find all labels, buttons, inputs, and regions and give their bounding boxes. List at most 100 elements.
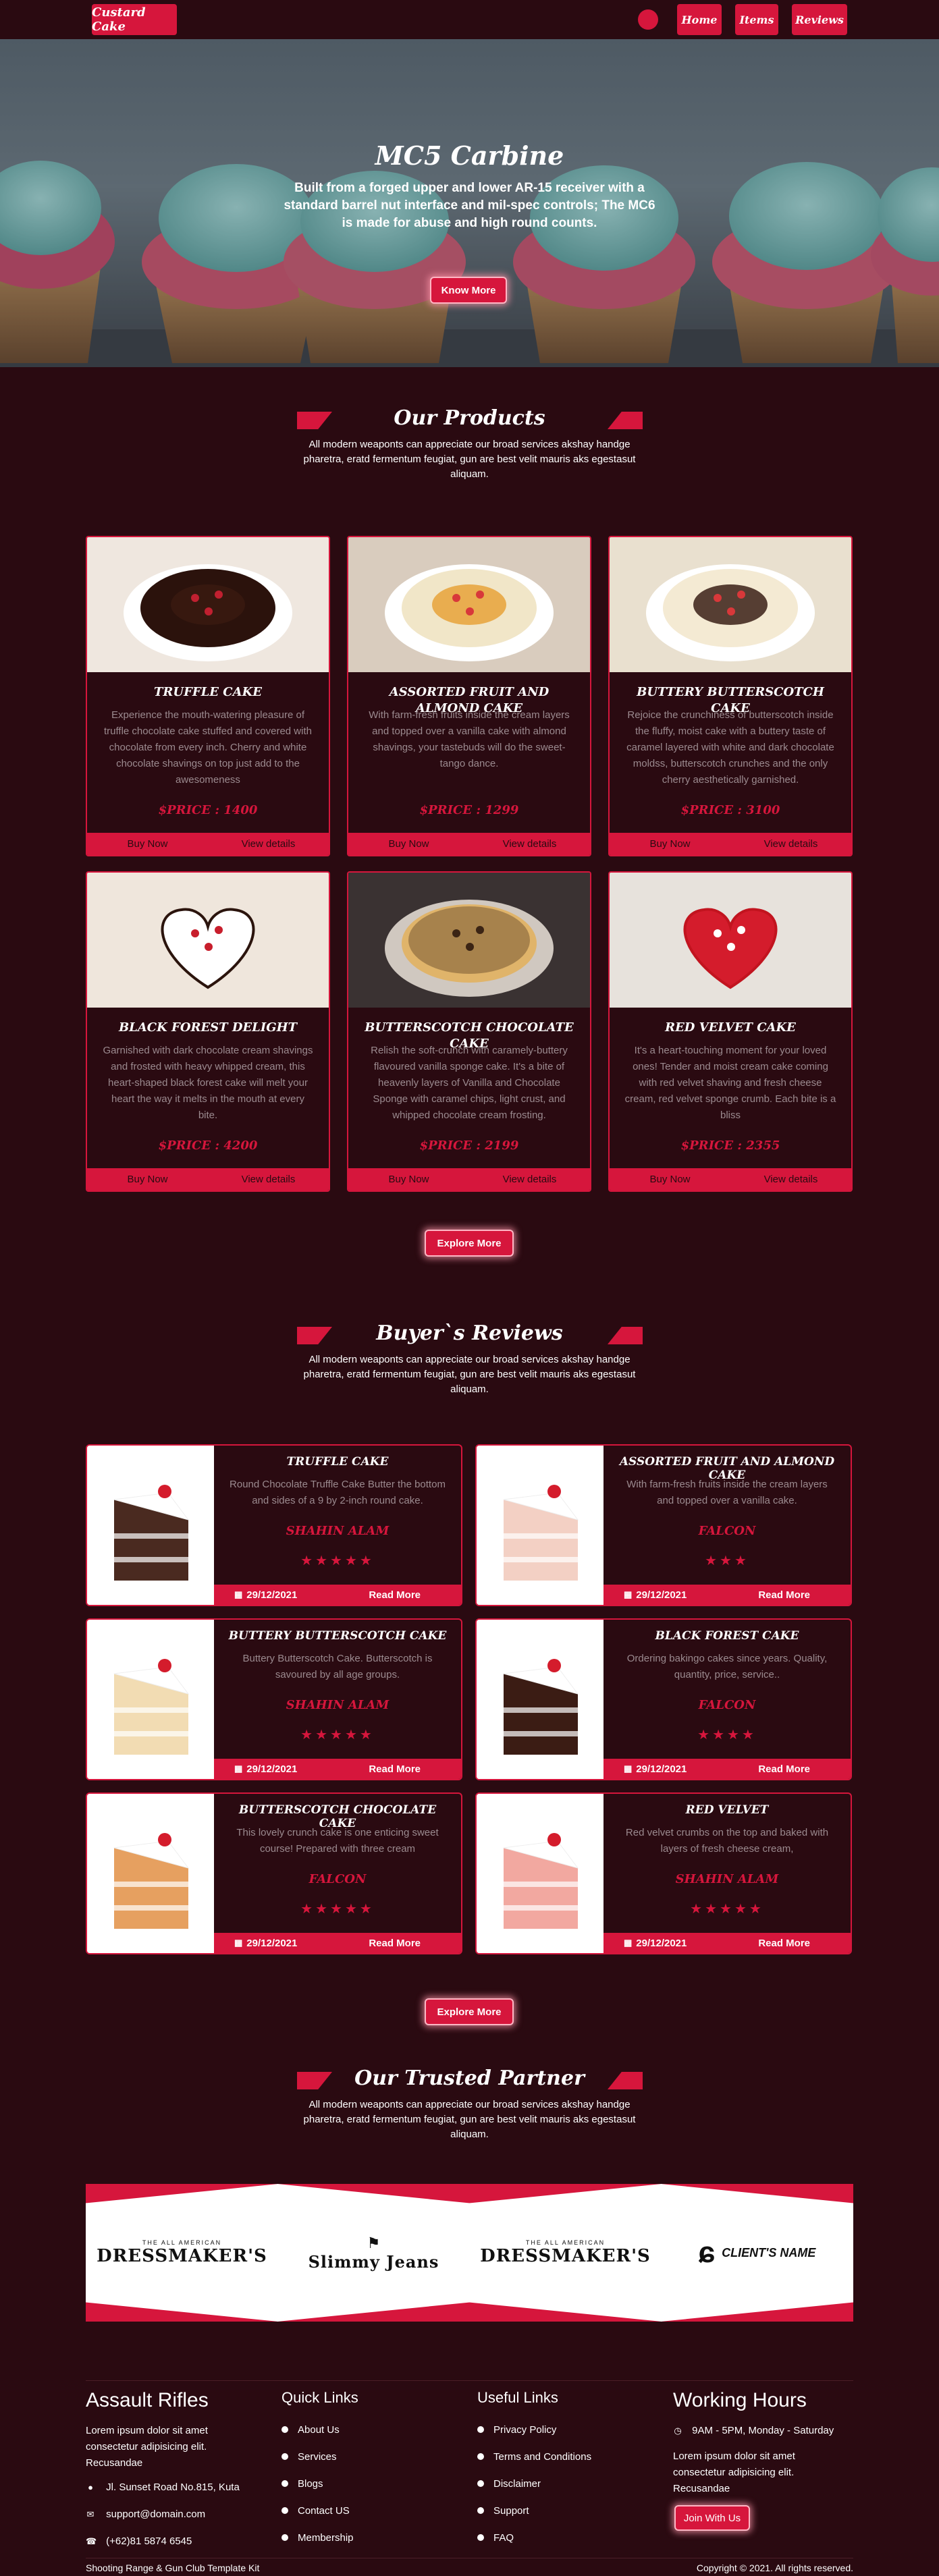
footer-about-title: Assault Rifles: [86, 2389, 209, 2411]
review-cake-image[interactable]: [477, 1620, 603, 1779]
calendar-icon: ▦: [624, 1938, 633, 1948]
read-more-link[interactable]: Read More: [369, 1589, 421, 1601]
read-more-link[interactable]: Read More: [369, 1763, 421, 1775]
view-details-button[interactable]: View details: [469, 833, 590, 855]
product-card: BUTTERY BUTTERSCOTCH CAKE Rejoice the cr…: [608, 536, 853, 856]
product-image[interactable]: [348, 537, 590, 672]
footer-useful-links: Privacy Policy Terms and Conditions Disc…: [477, 2416, 591, 2551]
partners-subtitle: All modern weaponts can appreciate our b…: [303, 2099, 636, 2140]
know-more-button[interactable]: Know More: [430, 277, 507, 304]
partner-logo-dressmakers-2[interactable]: THE ALL AMERICAN DRESSMAKER'S: [469, 2184, 662, 2322]
product-price: $PRICE : 4200: [158, 1139, 258, 1153]
product-name: BLACK FOREST DELIGHT: [118, 1020, 298, 1035]
review-card: RED VELVET Red velvet crumbs on the top …: [475, 1792, 852, 1954]
product-card: BLACK FOREST DELIGHT Garnished with dark…: [86, 871, 330, 1192]
product-image[interactable]: [610, 537, 851, 672]
buy-now-button[interactable]: Buy Now: [348, 1168, 469, 1190]
nav-home[interactable]: Home: [677, 4, 722, 35]
footer-link-contact-us[interactable]: Contact US: [281, 2497, 354, 2524]
phone-icon: ☎: [86, 2536, 97, 2546]
nav-reviews[interactable]: Reviews: [792, 4, 847, 35]
product-actions: Buy Now View details: [610, 1168, 851, 1190]
review-cake-image[interactable]: [87, 1620, 214, 1779]
product-image[interactable]: [87, 537, 329, 672]
calendar-icon: ▦: [234, 1938, 243, 1948]
footer-link-blogs[interactable]: Blogs: [281, 2470, 354, 2497]
review-text: This lovely crunch cake is one enticing …: [236, 1827, 439, 1855]
footer-link-faq[interactable]: FAQ: [477, 2524, 591, 2551]
reviews-subtitle: All modern weaponts can appreciate our b…: [303, 1354, 636, 1395]
review-cake-name: TRUFFLE CAKE: [286, 1455, 389, 1469]
join-with-us-button[interactable]: Join With Us: [674, 2505, 750, 2531]
product-image[interactable]: [610, 873, 851, 1008]
navbar: Custard Cake Home Items Reviews: [0, 0, 939, 39]
review-author: FALCON: [698, 1698, 756, 1712]
theme-toggle-dot[interactable]: [638, 9, 658, 30]
nav-items[interactable]: Items: [735, 4, 778, 35]
product-price: $PRICE : 1400: [158, 803, 258, 817]
hero-banner: MC5 Carbine Built from a forged upper an…: [0, 39, 939, 367]
site-logo[interactable]: Custard Cake: [92, 4, 177, 35]
read-more-link[interactable]: Read More: [758, 1763, 810, 1775]
product-image[interactable]: [348, 873, 590, 1008]
read-more-link[interactable]: Read More: [758, 1938, 810, 1949]
footer-link-about-us[interactable]: About Us: [281, 2416, 354, 2443]
product-image[interactable]: [87, 873, 329, 1008]
review-author: FALCON: [308, 1872, 367, 1886]
partner-logo-slimmy-jeans[interactable]: ⚑ Slimmy Jeans: [277, 2184, 470, 2322]
calendar-icon: ▦: [234, 1589, 243, 1599]
footer-link-terms[interactable]: Terms and Conditions: [477, 2443, 591, 2470]
buy-now-button[interactable]: Buy Now: [87, 833, 208, 855]
view-details-button[interactable]: View details: [469, 1168, 590, 1190]
footer-link-privacy-policy[interactable]: Privacy Policy: [477, 2416, 591, 2443]
footer-email[interactable]: support@domain.com: [106, 2509, 205, 2520]
product-price: $PRICE : 2355: [680, 1139, 780, 1153]
footer-phone[interactable]: (+62)81 5874 6545: [106, 2536, 192, 2547]
review-text: Red velvet crumbs on the top and baked w…: [625, 1827, 829, 1855]
view-details-button[interactable]: View details: [208, 1168, 329, 1190]
product-description: Garnished with dark chocolate cream shav…: [103, 1045, 313, 1121]
footer-useful-links-title: Useful Links: [477, 2389, 558, 2406]
bullet-icon: [477, 2534, 484, 2541]
footer-link-disclaimer[interactable]: Disclaimer: [477, 2470, 591, 2497]
product-card: TRUFFLE CAKE Experience the mouth-wateri…: [86, 536, 330, 856]
view-details-button[interactable]: View details: [730, 833, 851, 855]
review-text: Round Chocolate Truffle Cake Butter the …: [230, 1479, 446, 1506]
product-actions: Buy Now View details: [87, 833, 329, 855]
bullet-icon: [281, 2426, 288, 2433]
bullet-icon: [477, 2453, 484, 2460]
view-details-button[interactable]: View details: [208, 833, 329, 855]
buy-now-button[interactable]: Buy Now: [610, 833, 730, 855]
review-card: BLACK FOREST CAKE Ordering bakingo cakes…: [475, 1618, 852, 1780]
bullet-icon: [281, 2507, 288, 2514]
footer-hours-text: Lorem ipsum dolor sit amet consectetur a…: [673, 2450, 795, 2494]
read-more-link[interactable]: Read More: [369, 1938, 421, 1949]
explore-more-products-button[interactable]: Explore More: [425, 1230, 514, 1257]
review-text: With farm-fresh fruits inside the cream …: [626, 1479, 828, 1506]
review-cake-image[interactable]: [477, 1794, 603, 1953]
review-cake-name: BUTTERY BUTTERSCOTCH CAKE: [228, 1629, 447, 1643]
partner-logo-dressmakers[interactable]: THE ALL AMERICAN DRESSMAKER'S: [86, 2184, 278, 2322]
buy-now-button[interactable]: Buy Now: [348, 833, 469, 855]
footer-link-membership[interactable]: Membership: [281, 2524, 354, 2551]
calendar-icon: ▦: [234, 1763, 243, 1774]
buy-now-button[interactable]: Buy Now: [610, 1168, 730, 1190]
product-actions: Buy Now View details: [610, 833, 851, 855]
review-cake-image[interactable]: [477, 1446, 603, 1605]
view-details-button[interactable]: View details: [730, 1168, 851, 1190]
explore-more-reviews-button[interactable]: Explore More: [425, 1998, 514, 2025]
flag-icon: ⚑: [367, 2234, 381, 2251]
partner-logo-clients-name[interactable]: ɕ CLIENT'S NAME: [661, 2184, 853, 2322]
review-author: SHAHIN ALAM: [675, 1872, 779, 1886]
star-rating: ★★★: [705, 1554, 749, 1568]
star-rating: ★★★★: [697, 1728, 757, 1743]
footer-link-support[interactable]: Support: [477, 2497, 591, 2524]
buy-now-button[interactable]: Buy Now: [87, 1168, 208, 1190]
bullet-icon: [281, 2453, 288, 2460]
review-cake-image[interactable]: [87, 1446, 214, 1605]
read-more-link[interactable]: Read More: [758, 1589, 810, 1601]
product-description: Relish the soft-crunch with caramely-but…: [371, 1045, 568, 1121]
review-cake-image[interactable]: [87, 1794, 214, 1953]
footer-link-services[interactable]: Services: [281, 2443, 354, 2470]
bullet-icon: [281, 2534, 288, 2541]
